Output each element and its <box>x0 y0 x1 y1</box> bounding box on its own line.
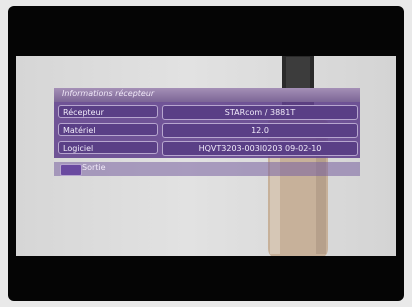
info-row-software: Logiciel HQVT3203-003I0203 09-02-10 <box>58 141 358 156</box>
info-label: Logiciel <box>58 141 158 154</box>
dialog-body: Récepteur STARcom / 3881T Matériel 12.0 … <box>54 102 360 158</box>
receiver-info-dialog: Informations récepteur Récepteur STARcom… <box>54 88 360 186</box>
exit-legend-text: Sortie <box>82 163 106 172</box>
key-legend: Sortie <box>54 162 360 176</box>
info-row-hardware: Matériel 12.0 <box>58 123 358 138</box>
exit-key-icon[interactable] <box>60 164 82 176</box>
info-label: Matériel <box>58 123 158 136</box>
dialog-title-bar: Informations récepteur <box>54 88 360 102</box>
info-row-receiver: Récepteur STARcom / 3881T <box>58 105 358 120</box>
info-value: STARcom / 3881T <box>162 105 358 120</box>
info-value: 12.0 <box>162 123 358 138</box>
info-value: HQVT3203-003I0203 09-02-10 <box>162 141 358 156</box>
info-label: Récepteur <box>58 105 158 118</box>
dialog-title: Informations récepteur <box>62 89 155 98</box>
